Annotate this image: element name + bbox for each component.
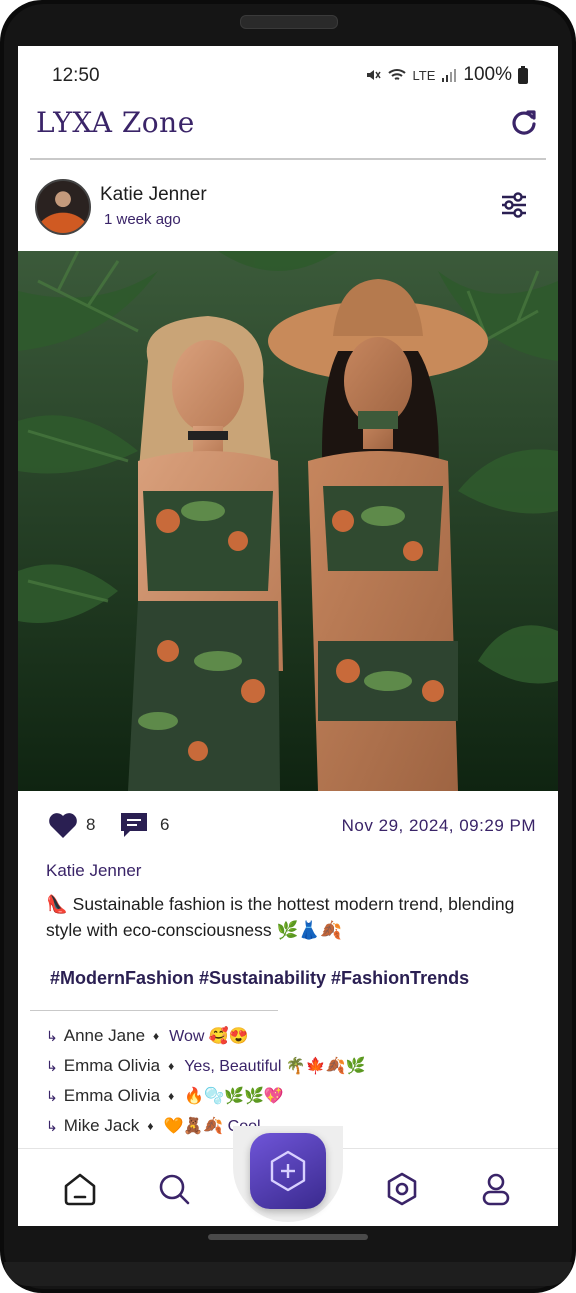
- reply-arrow-icon: ↳: [46, 1027, 58, 1044]
- reply-arrow-icon: ↳: [46, 1117, 58, 1134]
- settings-sliders-icon[interactable]: [500, 192, 528, 218]
- comment-row: ↳ Emma Olivia ♦ 🔥🫧🌿🌿💖: [46, 1081, 536, 1111]
- comment-author[interactable]: Anne Jane: [64, 1026, 145, 1046]
- comment-author[interactable]: Mike Jack: [64, 1116, 140, 1136]
- comment-button[interactable]: 6: [120, 811, 169, 839]
- post-time: 1 week ago: [104, 211, 181, 228]
- comment-author[interactable]: Emma Olivia: [64, 1086, 160, 1106]
- avatar[interactable]: [35, 179, 91, 235]
- phone-chin: [4, 1262, 572, 1286]
- status-icons: LTE 100%: [365, 64, 528, 86]
- comment-author[interactable]: Emma Olivia: [64, 1056, 160, 1076]
- status-bar: 12:50 LTE 100%: [18, 46, 558, 106]
- post-actions: 8 6 Nov 29, 2024, 09:29 PM: [18, 811, 558, 841]
- post-header: Katie Jenner 1 week ago: [18, 174, 558, 248]
- mute-icon: [366, 70, 381, 80]
- diamond-icon: ♦: [168, 1059, 175, 1073]
- wifi-icon: [387, 69, 406, 80]
- post-photo: [18, 251, 558, 791]
- post-image[interactable]: [18, 251, 558, 791]
- profile-icon[interactable]: [478, 1171, 514, 1207]
- app-header: LYXA Zone: [18, 106, 558, 158]
- caption-author[interactable]: Katie Jenner: [46, 861, 141, 881]
- reply-arrow-icon: ↳: [46, 1087, 58, 1104]
- network-label: LTE: [412, 67, 436, 83]
- comment-text: Wow 🥰😍: [169, 1028, 249, 1045]
- explore-icon[interactable]: [384, 1171, 420, 1207]
- app-screen: 12:50 LTE 100% LYXA Zone Katie Jenner 1 …: [18, 46, 558, 1226]
- post-author-name[interactable]: Katie Jenner: [100, 184, 207, 206]
- earpiece-speaker: [240, 15, 338, 29]
- comment-row: ↳ Emma Olivia ♦ Yes, Beautiful 🌴🍁🍂🌿: [46, 1051, 536, 1081]
- refresh-icon[interactable]: [510, 108, 538, 136]
- battery-percent: 100%: [463, 64, 512, 85]
- home-indicator: [208, 1234, 368, 1240]
- diamond-icon: ♦: [168, 1089, 175, 1103]
- heart-icon: [49, 813, 77, 838]
- signal-icon: [442, 69, 457, 82]
- reply-arrow-icon: ↳: [46, 1057, 58, 1074]
- comments-list: ↳ Anne Jane ♦ Wow 🥰😍 ↳ Emma Olivia ♦ Yes…: [46, 1021, 536, 1141]
- search-icon[interactable]: [156, 1171, 192, 1207]
- comment-row: ↳ Anne Jane ♦ Wow 🥰😍: [46, 1021, 536, 1051]
- phone-frame: 12:50 LTE 100% LYXA Zone Katie Jenner 1 …: [0, 0, 576, 1293]
- diamond-icon: ♦: [153, 1029, 160, 1043]
- status-time: 12:50: [52, 65, 100, 86]
- post-hashtags[interactable]: #ModernFashion #Sustainability #FashionT…: [50, 968, 469, 989]
- battery-icon: [518, 66, 528, 84]
- create-post-button[interactable]: [250, 1133, 326, 1209]
- home-icon[interactable]: [62, 1171, 98, 1207]
- comment-text: Yes, Beautiful 🌴🍁🍂🌿: [184, 1058, 366, 1075]
- comments-divider: [30, 1010, 278, 1011]
- create-post-icon: [270, 1150, 306, 1192]
- like-count: 8: [86, 815, 96, 834]
- post-date: Nov 29, 2024, 09:29 PM: [341, 816, 536, 835]
- post-caption: 👠 Sustainable fashion is the hottest mod…: [46, 894, 515, 940]
- comment-count: 6: [160, 815, 170, 834]
- header-divider: [30, 158, 546, 160]
- comment-text: 🔥🫧🌿🌿💖: [184, 1088, 284, 1105]
- comment-icon: [121, 813, 147, 837]
- app-title: LYXA Zone: [36, 106, 195, 139]
- like-button[interactable]: 8: [48, 811, 95, 839]
- diamond-icon: ♦: [147, 1119, 154, 1133]
